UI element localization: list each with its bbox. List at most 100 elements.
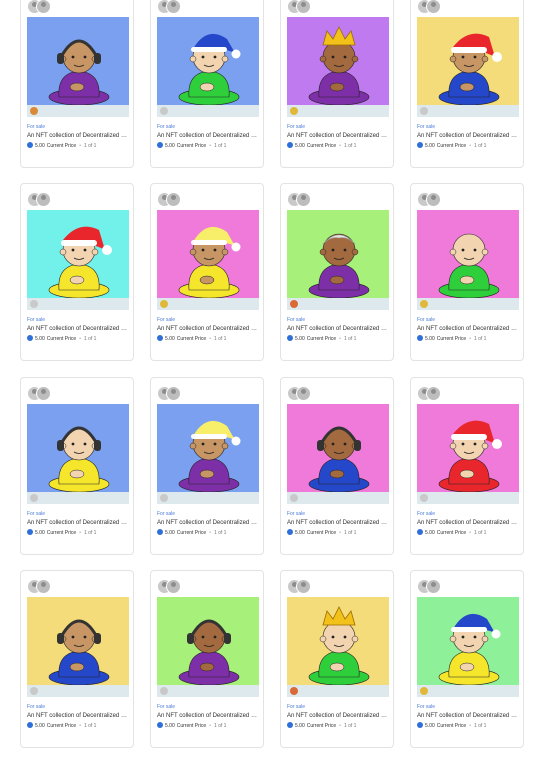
nft-title[interactable]: An NFT collection of Decentralized Human… <box>287 325 391 334</box>
nft-card[interactable]: For sale An NFT collection of Decentraliz… <box>20 570 134 748</box>
owner-avatars[interactable] <box>157 386 187 401</box>
nft-artwork[interactable] <box>157 17 259 105</box>
separator-dot: • <box>339 143 341 149</box>
avatar[interactable] <box>296 0 311 14</box>
nft-card[interactable]: For sale An NFT collection of Decentraliz… <box>150 570 264 748</box>
nft-artwork[interactable] <box>287 404 389 492</box>
nft-artwork[interactable] <box>417 597 519 685</box>
owner-avatars[interactable] <box>417 386 447 401</box>
nft-title[interactable]: An NFT collection of Decentralized Human… <box>157 325 261 334</box>
creator-avatar[interactable] <box>30 494 38 502</box>
nft-artwork[interactable] <box>287 17 389 105</box>
nft-title[interactable]: An NFT collection of Decentralized Human… <box>287 519 391 528</box>
owner-avatars[interactable] <box>27 0 57 14</box>
creator-avatar[interactable] <box>420 107 428 115</box>
nft-title[interactable]: An NFT collection of Decentralized Human… <box>417 325 521 334</box>
nft-artwork[interactable] <box>157 404 259 492</box>
creator-avatar[interactable] <box>420 494 428 502</box>
nft-artwork[interactable] <box>417 17 519 105</box>
creator-avatar[interactable] <box>420 687 428 695</box>
creator-avatar[interactable] <box>420 300 428 308</box>
nft-title[interactable]: An NFT collection of Decentralized Human… <box>27 712 131 721</box>
creator-avatar[interactable] <box>30 687 38 695</box>
owner-avatars[interactable] <box>27 579 57 594</box>
avatar[interactable] <box>426 192 441 207</box>
avatar[interactable] <box>166 192 181 207</box>
nft-card[interactable]: For sale An NFT collection of Decentraliz… <box>280 377 394 555</box>
nft-card[interactable]: For sale An NFT collection of Decentraliz… <box>410 183 524 361</box>
avatar[interactable] <box>36 0 51 14</box>
creator-avatar[interactable] <box>30 300 38 308</box>
nft-title[interactable]: An NFT collection of Decentralized Human… <box>157 712 261 721</box>
nft-title[interactable]: An NFT collection of Decentralized Human… <box>417 712 521 721</box>
owner-avatars[interactable] <box>287 386 317 401</box>
nft-card[interactable]: For sale An NFT collection of Decentraliz… <box>280 570 394 748</box>
nft-artwork[interactable] <box>27 210 129 298</box>
owner-avatars[interactable] <box>157 0 187 14</box>
avatar[interactable] <box>426 579 441 594</box>
nft-card[interactable]: For sale An NFT collection of Decentraliz… <box>280 183 394 361</box>
nft-title[interactable]: An NFT collection of Decentralized Human… <box>287 132 391 141</box>
nft-card[interactable]: For sale An NFT collection of Decentraliz… <box>280 0 394 168</box>
avatar[interactable] <box>166 579 181 594</box>
nft-card[interactable]: For sale An NFT collection of Decentraliz… <box>150 377 264 555</box>
owner-avatars[interactable] <box>27 192 57 207</box>
owner-avatars[interactable] <box>287 192 317 207</box>
creator-avatar[interactable] <box>290 687 298 695</box>
nft-title[interactable]: An NFT collection of Decentralized Human… <box>287 712 391 721</box>
nft-title[interactable]: An NFT collection of Decentralized Human… <box>27 132 131 141</box>
nft-title[interactable]: An NFT collection of Decentralized Human… <box>417 132 521 141</box>
token-icon <box>287 142 293 148</box>
owner-avatars[interactable] <box>157 192 187 207</box>
nft-artwork[interactable] <box>287 597 389 685</box>
nft-title[interactable]: An NFT collection of Decentralized Human… <box>417 519 521 528</box>
creator-avatar[interactable] <box>290 300 298 308</box>
artwork-footer <box>287 492 389 504</box>
avatar[interactable] <box>296 386 311 401</box>
nft-title[interactable]: An NFT collection of Decentralized Human… <box>27 325 131 334</box>
nft-artwork[interactable] <box>157 597 259 685</box>
creator-avatar[interactable] <box>290 107 298 115</box>
nft-card[interactable]: For sale An NFT collection of Decentraliz… <box>20 0 134 168</box>
nft-card[interactable]: For sale An NFT collection of Decentraliz… <box>410 0 524 168</box>
price-label: Current Price <box>306 530 337 536</box>
nft-artwork[interactable] <box>157 210 259 298</box>
creator-avatar[interactable] <box>160 687 168 695</box>
owner-avatars[interactable] <box>287 579 317 594</box>
avatar[interactable] <box>296 579 311 594</box>
nft-title[interactable]: An NFT collection of Decentralized Human… <box>157 519 261 528</box>
creator-avatar[interactable] <box>160 494 168 502</box>
avatar[interactable] <box>36 192 51 207</box>
nft-artwork[interactable] <box>27 404 129 492</box>
creator-avatar[interactable] <box>160 107 168 115</box>
avatar[interactable] <box>426 0 441 14</box>
nft-card[interactable]: For sale An NFT collection of Decentraliz… <box>20 377 134 555</box>
creator-avatar[interactable] <box>290 494 298 502</box>
owner-avatars[interactable] <box>417 192 447 207</box>
creator-avatar[interactable] <box>30 107 38 115</box>
avatar[interactable] <box>166 0 181 14</box>
nft-title[interactable]: An NFT collection of Decentralized Human… <box>27 519 131 528</box>
avatar[interactable] <box>36 579 51 594</box>
nft-card[interactable]: For sale An NFT collection of Decentraliz… <box>150 0 264 168</box>
nft-card[interactable]: For sale An NFT collection of Decentraliz… <box>410 570 524 748</box>
nft-card[interactable]: For sale An NFT collection of Decentraliz… <box>410 377 524 555</box>
owner-avatars[interactable] <box>157 579 187 594</box>
nft-artwork[interactable] <box>417 210 519 298</box>
nft-artwork[interactable] <box>417 404 519 492</box>
owner-avatars[interactable] <box>27 386 57 401</box>
nft-card[interactable]: For sale An NFT collection of Decentraliz… <box>20 183 134 361</box>
nft-artwork[interactable] <box>287 210 389 298</box>
owner-avatars[interactable] <box>287 0 317 14</box>
nft-artwork[interactable] <box>27 597 129 685</box>
avatar[interactable] <box>426 386 441 401</box>
avatar[interactable] <box>36 386 51 401</box>
nft-title[interactable]: An NFT collection of Decentralized Human… <box>157 132 261 141</box>
nft-card[interactable]: For sale An NFT collection of Decentraliz… <box>150 183 264 361</box>
nft-artwork[interactable] <box>27 17 129 105</box>
creator-avatar[interactable] <box>160 300 168 308</box>
owner-avatars[interactable] <box>417 0 447 14</box>
owner-avatars[interactable] <box>417 579 447 594</box>
avatar[interactable] <box>296 192 311 207</box>
avatar[interactable] <box>166 386 181 401</box>
